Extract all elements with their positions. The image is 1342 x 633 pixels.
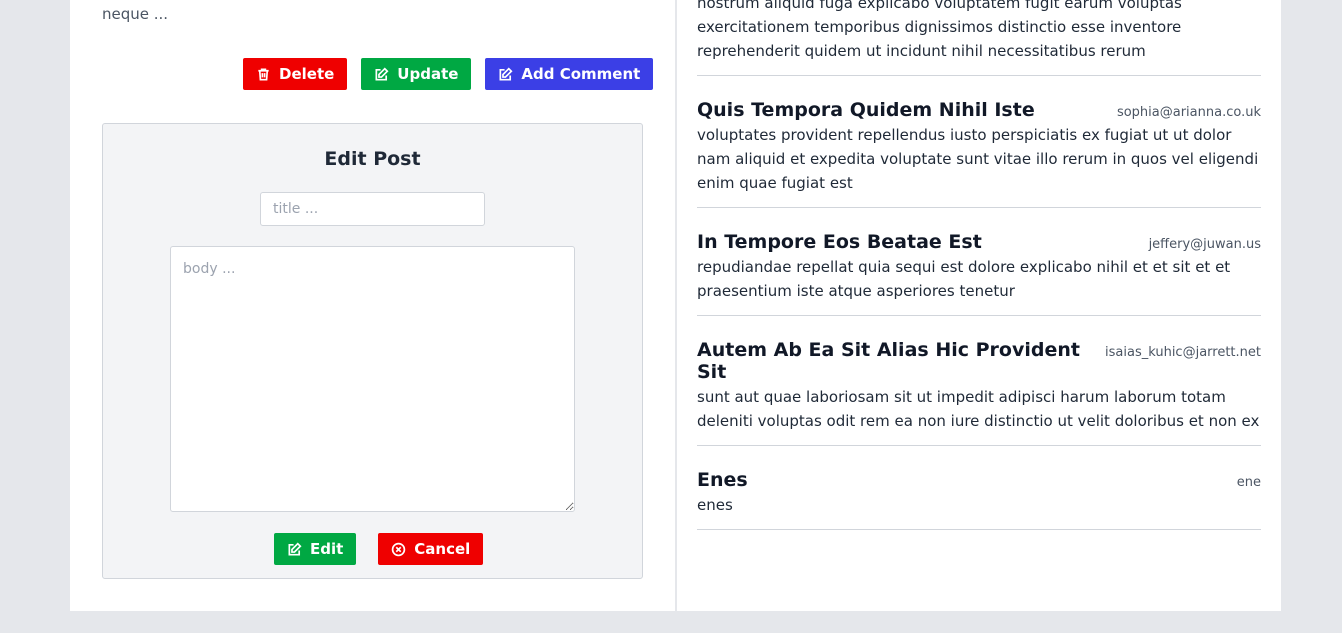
pencil-square-icon <box>374 66 389 82</box>
comment-item: Enes ene enes <box>697 446 1261 530</box>
edit-actions: Edit Cancel <box>274 533 484 565</box>
comment-title: Enes <box>697 469 748 491</box>
comment-body: nostrum aliquid fuga explicabo voluptate… <box>697 0 1261 76</box>
pencil-square-icon <box>287 541 302 557</box>
delete-label: Delete <box>279 65 335 83</box>
comment-title: Autem Ab Ea Sit Alias Hic Provident Sit <box>697 339 1080 383</box>
comment-email: isaias_kuhic@jarrett.net <box>1105 345 1261 360</box>
post-body-text: neque ... <box>102 5 169 23</box>
comment-email: sophia@arianna.co.uk <box>1116 105 1261 120</box>
x-circle-icon <box>391 542 406 557</box>
comment-item: Quis Tempora Quidem Nihil Iste sophia@ar… <box>697 76 1261 208</box>
post-actions: Delete Update Add Comment <box>243 58 654 90</box>
comment-item: In Tempore Eos Beatae Est jeffery@juwan.… <box>697 208 1261 316</box>
comment-email: jeffery@juwan.us <box>1148 237 1261 252</box>
comments-list: nostrum aliquid fuga explicabo voluptate… <box>697 0 1261 530</box>
cancel-label: Cancel <box>414 540 471 558</box>
title-input[interactable] <box>260 192 485 226</box>
edit-post-heading: Edit Post <box>324 148 421 170</box>
comment-title: Quis Tempora Quidem Nihil Iste <box>697 99 1035 121</box>
comment-body: repudiandae repellat quia sequi est dolo… <box>697 258 1231 300</box>
update-button[interactable]: Update <box>361 58 472 90</box>
comment-body: sunt aut quae laboriosam sit ut impedit … <box>697 388 1260 430</box>
comment-email: ene <box>1236 475 1261 490</box>
comment-body: enes <box>697 496 733 514</box>
pencil-square-icon <box>498 66 513 82</box>
column-divider <box>675 0 677 611</box>
delete-button[interactable]: Delete <box>243 58 348 90</box>
add-comment-label: Add Comment <box>521 65 641 83</box>
update-label: Update <box>397 65 459 83</box>
comment-title: In Tempore Eos Beatae Est <box>697 231 982 253</box>
edit-post-panel: Edit Post Edit Cancel <box>102 123 643 579</box>
comment-item: Autem Ab Ea Sit Alias Hic Provident Sit … <box>697 316 1261 446</box>
add-comment-button[interactable]: Add Comment <box>485 58 654 90</box>
edit-button[interactable]: Edit <box>274 533 357 565</box>
trash-icon <box>256 67 271 82</box>
body-textarea[interactable] <box>170 246 575 512</box>
comment-body: voluptates provident repellendus iusto p… <box>697 126 1259 192</box>
cancel-button[interactable]: Cancel <box>378 533 484 565</box>
edit-label: Edit <box>310 540 344 558</box>
